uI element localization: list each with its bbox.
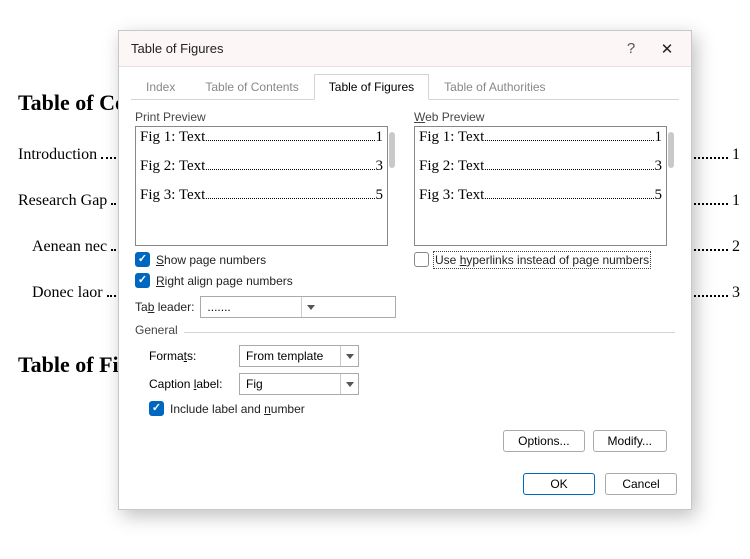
dialog-title: Table of Figures xyxy=(131,41,613,56)
right-align-page-numbers-checkbox[interactable]: Right align page numbers xyxy=(135,273,396,288)
web-preview-scrollbar[interactable] xyxy=(667,126,675,246)
web-preview-section: Web Preview Fig 1: Text1Fig 2: Text3Fig … xyxy=(414,110,675,318)
caption-label-row: Caption label: Fig xyxy=(149,373,675,395)
preview-entry: Fig 3: Text5 xyxy=(140,187,383,204)
tab-table-of-contents[interactable]: Table of Contents xyxy=(190,74,313,100)
cancel-button[interactable]: Cancel xyxy=(605,473,677,495)
dialog-tabs: IndexTable of ContentsTable of FiguresTa… xyxy=(131,71,679,99)
web-preview-label: Web Preview xyxy=(414,110,675,124)
general-divider: General xyxy=(135,332,675,333)
print-preview-section: Print Preview Fig 1: Text1Fig 2: Text3Fi… xyxy=(135,110,396,318)
tab-table-of-figures[interactable]: Table of Figures xyxy=(314,74,429,100)
checkbox-icon xyxy=(135,252,150,267)
print-preview-box: Fig 1: Text1 Fig 2: Text3 Fig 3: Text5 xyxy=(135,126,388,246)
help-button[interactable]: ? xyxy=(613,40,649,57)
formats-row: Formats: From template xyxy=(149,345,675,367)
dialog-titlebar: Table of Figures ? ✕ xyxy=(119,31,691,67)
preview-entry: Fig 2: Text3 xyxy=(140,158,383,175)
caption-label-combo[interactable]: Fig xyxy=(239,373,359,395)
tab-index[interactable]: Index xyxy=(131,74,190,100)
checkbox-icon xyxy=(149,401,164,416)
tab-table-of-authorities[interactable]: Table of Authorities xyxy=(429,74,560,100)
preview-entry: Fig 1: Text1 xyxy=(419,129,662,146)
modify-button[interactable]: Modify... xyxy=(593,430,667,452)
tab-leader-label: Tab leader: xyxy=(135,300,194,314)
formats-label: Formats: xyxy=(149,349,231,363)
include-label-number-checkbox[interactable]: Include label and number xyxy=(149,401,675,416)
checkbox-icon xyxy=(414,252,429,267)
chevron-down-icon xyxy=(340,346,358,366)
show-page-numbers-checkbox[interactable]: Show page numbers xyxy=(135,252,396,267)
print-preview-label: Print Preview xyxy=(135,110,396,124)
table-of-figures-dialog: Table of Figures ? ✕ IndexTable of Conte… xyxy=(118,30,692,510)
tab-leader-row: Tab leader: ....... xyxy=(135,296,396,318)
web-preview-box: Fig 1: Text1 Fig 2: Text3 Fig 3: Text5 xyxy=(414,126,667,246)
use-hyperlinks-checkbox[interactable]: Use hyperlinks instead of page numbers xyxy=(414,252,675,267)
checkbox-icon xyxy=(135,273,150,288)
ok-button[interactable]: OK xyxy=(523,473,595,495)
tab-leader-combo[interactable]: ....... xyxy=(200,296,396,318)
chevron-down-icon xyxy=(340,374,358,394)
options-button[interactable]: Options... xyxy=(503,430,584,452)
close-button[interactable]: ✕ xyxy=(649,40,685,58)
preview-entry: Fig 1: Text1 xyxy=(140,129,383,146)
preview-entry: Fig 2: Text3 xyxy=(419,158,662,175)
formats-combo[interactable]: From template xyxy=(239,345,359,367)
print-preview-scrollbar[interactable] xyxy=(388,126,396,246)
preview-entry: Fig 3: Text5 xyxy=(419,187,662,204)
chevron-down-icon xyxy=(301,297,319,317)
caption-label-label: Caption label: xyxy=(149,377,231,391)
